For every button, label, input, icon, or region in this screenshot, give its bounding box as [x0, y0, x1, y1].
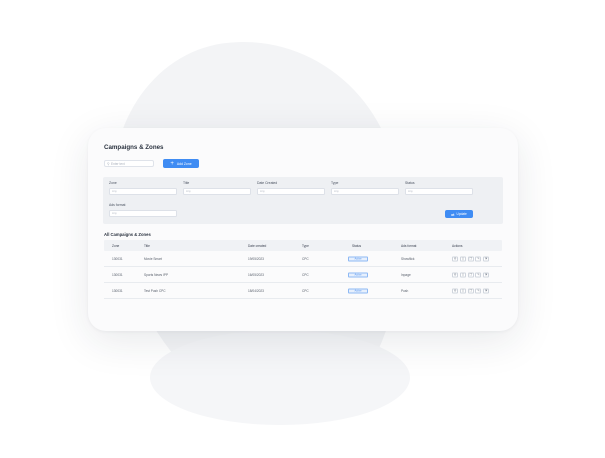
cell-type: CPC — [302, 272, 309, 277]
edit-icon[interactable]: ✎ — [475, 272, 482, 277]
filter-type-placeholder: Any — [334, 189, 339, 194]
table-row: 130031 Movie Smart 19/05/2023 CPC Active Show… — [104, 251, 502, 267]
edit-icon[interactable]: ✎ — [475, 288, 482, 293]
settings-icon[interactable]: ⚙ — [452, 256, 458, 261]
delete-icon[interactable]: ✖ — [483, 288, 490, 293]
filter-label-zone: Zone — [109, 181, 117, 185]
add-zone-button[interactable]: + Add Zone — [163, 159, 199, 168]
edit-icon[interactable]: ✎ — [475, 256, 482, 261]
filter-panel: Zone Any Title Any Date Created Any Type… — [103, 177, 503, 224]
row-actions: ⚙ ∥ ❐ ✎ ✖ — [452, 272, 490, 277]
cell-date: 16/05/2023 — [248, 272, 264, 277]
cell-date: 18/04/2023 — [248, 288, 264, 293]
cell-title: Sports News IPP — [144, 272, 169, 277]
delete-icon[interactable]: ✖ — [483, 256, 490, 261]
row-actions: ⚙ ∥ ❐ ✎ ✖ — [452, 288, 490, 293]
filter-type-input[interactable]: Any — [331, 188, 399, 195]
cell-type: CPC — [302, 288, 309, 293]
update-button[interactable]: ⇄ Update — [445, 210, 473, 218]
col-type[interactable]: Type — [302, 244, 309, 248]
cell-ads-format: Showflick — [401, 256, 415, 261]
filter-label-type: Type — [331, 181, 339, 185]
search-icon: ⚲ — [107, 161, 110, 166]
filter-date-placeholder: Any — [260, 189, 265, 194]
filter-zone-input[interactable]: Any — [109, 188, 177, 195]
settings-icon[interactable]: ⚙ — [452, 288, 458, 293]
campaigns-table: Zone Title Date created Type Status Ads … — [104, 240, 502, 299]
filter-title-input[interactable]: Any — [183, 188, 251, 195]
update-label: Update — [456, 212, 467, 216]
cell-title: Test Push CPC — [144, 288, 166, 293]
cell-type: CPC — [302, 256, 309, 261]
settings-icon[interactable]: ⚙ — [452, 272, 458, 277]
copy-icon[interactable]: ❐ — [467, 288, 474, 293]
filter-label-date-created: Date Created — [257, 181, 278, 185]
filter-zone-placeholder: Any — [112, 189, 117, 194]
filter-date-created-input[interactable]: Any — [257, 188, 325, 195]
add-zone-label: Add Zone — [176, 161, 192, 166]
col-status[interactable]: Status — [352, 244, 361, 248]
table-title: All Campaigns & Zones — [104, 232, 151, 237]
cell-title: Movie Smart — [144, 256, 162, 261]
app-card: Campaigns & Zones ⚲ Enter text + Add Zon… — [88, 128, 518, 331]
filter-status-placeholder: Any — [408, 189, 413, 194]
filter-ads-format-placeholder: Any — [112, 211, 117, 216]
refresh-icon: ⇄ — [451, 211, 455, 217]
copy-icon[interactable]: ❐ — [467, 272, 474, 277]
filter-title-placeholder: Any — [186, 189, 191, 194]
chart-icon[interactable]: ∥ — [459, 256, 466, 261]
cell-zone: 130031 — [112, 256, 123, 261]
copy-icon[interactable]: ❐ — [467, 256, 474, 261]
col-actions: Actions — [452, 243, 463, 248]
status-badge: Active — [348, 288, 368, 293]
table-row: 130031 Test Push CPC 18/04/2023 CPC Active Pu… — [104, 283, 502, 299]
page-title: Campaigns & Zones — [104, 144, 164, 151]
col-title[interactable]: Title — [144, 244, 150, 248]
table-header: Zone Title Date created Type Status Ads … — [104, 240, 502, 251]
background-blob-bottom — [150, 330, 410, 425]
col-zone[interactable]: Zone — [112, 244, 119, 248]
plus-icon: + — [170, 160, 174, 167]
cell-date: 19/05/2023 — [248, 256, 264, 261]
col-date-created[interactable]: Date created — [248, 244, 266, 248]
search-placeholder: Enter text — [110, 161, 125, 166]
filter-label-status: Status — [405, 181, 415, 185]
row-actions: ⚙ ∥ ❐ ✎ ✖ — [452, 256, 490, 261]
status-badge: Active — [348, 272, 368, 277]
cell-ads-format: Inpage — [401, 272, 411, 277]
cell-zone: 130031 — [112, 288, 123, 293]
chart-icon[interactable]: ∥ — [459, 272, 466, 277]
filter-ads-format-input[interactable]: Any — [109, 210, 177, 217]
filter-label-ads-format: Ads format — [109, 203, 126, 207]
filter-status-input[interactable]: Any — [405, 188, 473, 195]
delete-icon[interactable]: ✖ — [483, 272, 490, 277]
chart-icon[interactable]: ∥ — [459, 288, 466, 293]
filter-label-title: Title — [183, 181, 190, 185]
cell-ads-format: Push — [401, 288, 409, 293]
cell-zone: 130031 — [112, 272, 123, 277]
search-input[interactable]: ⚲ Enter text — [104, 160, 154, 167]
table-row: 130031 Sports News IPP 16/05/2023 CPC Active… — [104, 267, 502, 283]
col-ads-format[interactable]: Ads format — [401, 244, 416, 248]
status-badge: Active — [348, 256, 368, 261]
